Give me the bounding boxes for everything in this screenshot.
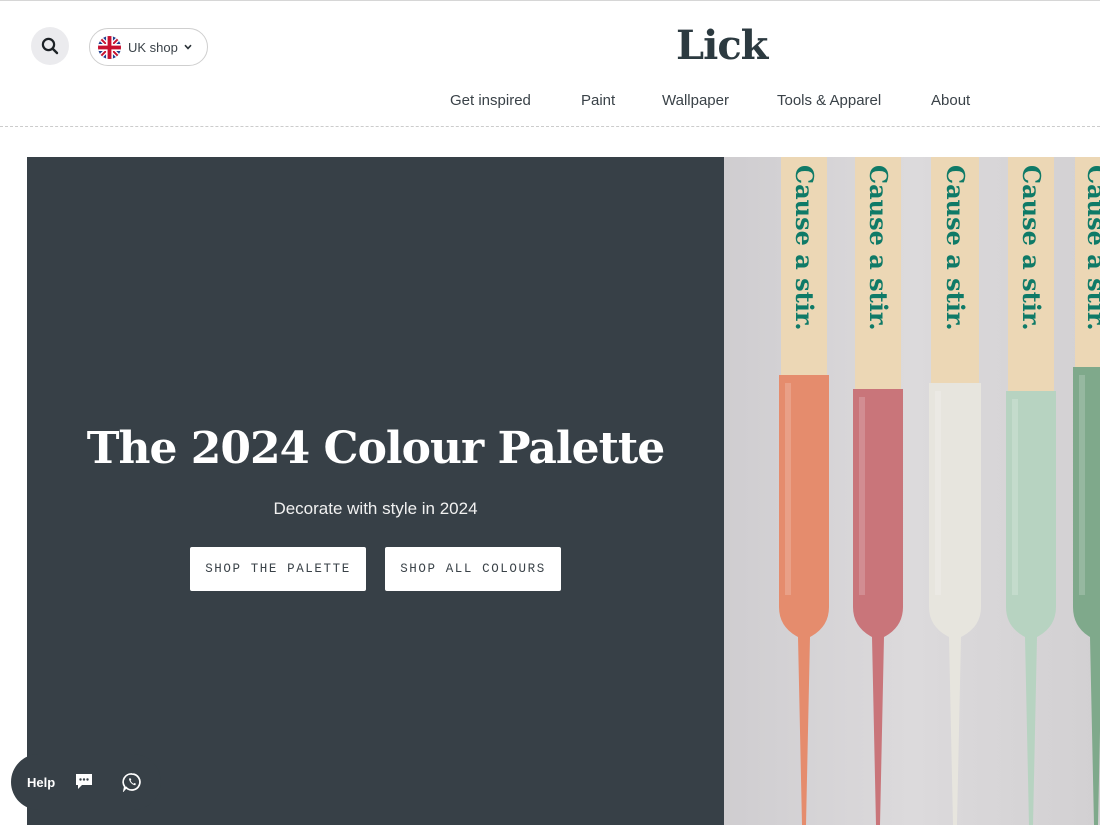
chevron-down-icon	[184, 44, 192, 50]
stick-text: Cause a stir.	[1082, 165, 1100, 331]
paint-highlight	[935, 391, 941, 595]
top-border	[0, 0, 1100, 1]
hero-subtitle: Decorate with style in 2024	[273, 499, 478, 518]
paint-highlight	[1012, 399, 1018, 595]
nav-item-get-inspired[interactable]: Get inspired	[450, 92, 531, 109]
search-icon	[41, 37, 59, 55]
search-button[interactable]	[31, 27, 69, 65]
paint-highlight	[785, 383, 791, 595]
help-widget[interactable]: Help	[11, 754, 161, 810]
paint-highlight	[1079, 375, 1085, 595]
paint-highlight	[859, 397, 865, 595]
shop-selector-label: UK shop	[128, 39, 178, 55]
nav-item-paint[interactable]: Paint	[581, 92, 615, 109]
shop-the-palette-button[interactable]: SHOP THE PALETTE	[190, 547, 366, 591]
shop-region-selector[interactable]: UK shop	[89, 28, 208, 66]
chat-icon[interactable]	[74, 773, 94, 791]
main-nav: Get inspired Paint Wallpaper Tools & App…	[0, 92, 1100, 112]
paint-sticks-illustration: Cause a stir. Cause a stir. Cause a stir. C…	[724, 157, 1100, 825]
stick-text: Cause a stir.	[941, 165, 970, 331]
uk-flag-icon	[98, 35, 121, 59]
site-logo[interactable]: Lick	[676, 22, 768, 69]
shop-all-colours-button[interactable]: SHOP ALL COLOURS	[385, 547, 561, 591]
nav-item-tools-apparel[interactable]: Tools & Apparel	[777, 92, 881, 109]
stick-text: Cause a stir.	[790, 165, 819, 331]
hero-title: The 2024 Colour Palette	[86, 423, 666, 474]
stick-text: Cause a stir.	[864, 165, 893, 331]
hero-image: Cause a stir. Cause a stir. Cause a stir. C…	[724, 157, 1100, 825]
header-divider	[0, 126, 1100, 127]
help-label: Help	[27, 774, 56, 790]
stick-text: Cause a stir.	[1017, 165, 1046, 331]
nav-item-wallpaper[interactable]: Wallpaper	[662, 92, 729, 109]
whatsapp-icon[interactable]	[122, 772, 142, 792]
nav-item-about[interactable]: About	[931, 92, 970, 109]
hero-panel: The 2024 Colour Palette Decorate with st…	[27, 157, 724, 825]
